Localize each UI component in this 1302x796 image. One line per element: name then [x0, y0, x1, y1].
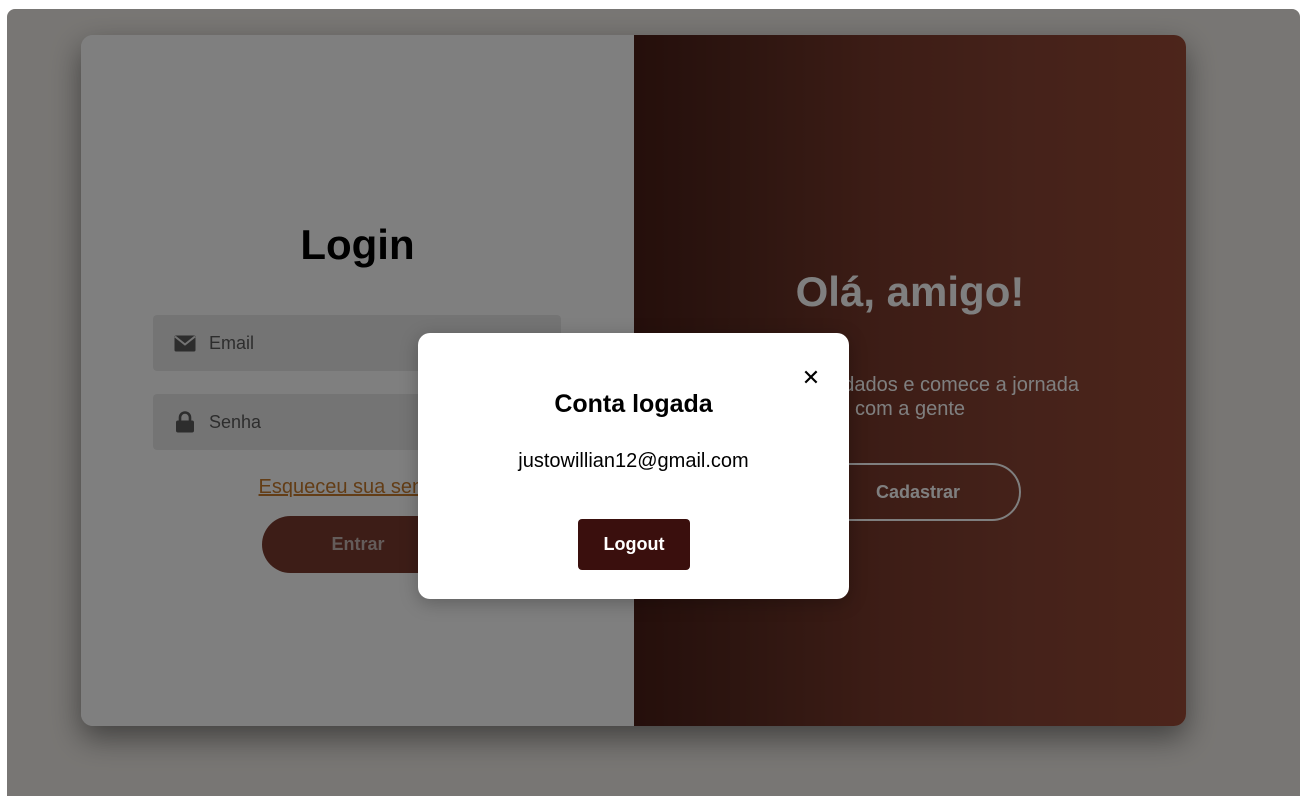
- modal-title: Conta logada: [554, 390, 713, 418]
- logout-button[interactable]: Logout: [578, 519, 690, 570]
- account-modal: ✕ Conta logada justowillian12@gmail.com …: [418, 333, 849, 599]
- logged-email: justowillian12@gmail.com: [518, 450, 749, 472]
- close-icon[interactable]: ✕: [800, 367, 822, 389]
